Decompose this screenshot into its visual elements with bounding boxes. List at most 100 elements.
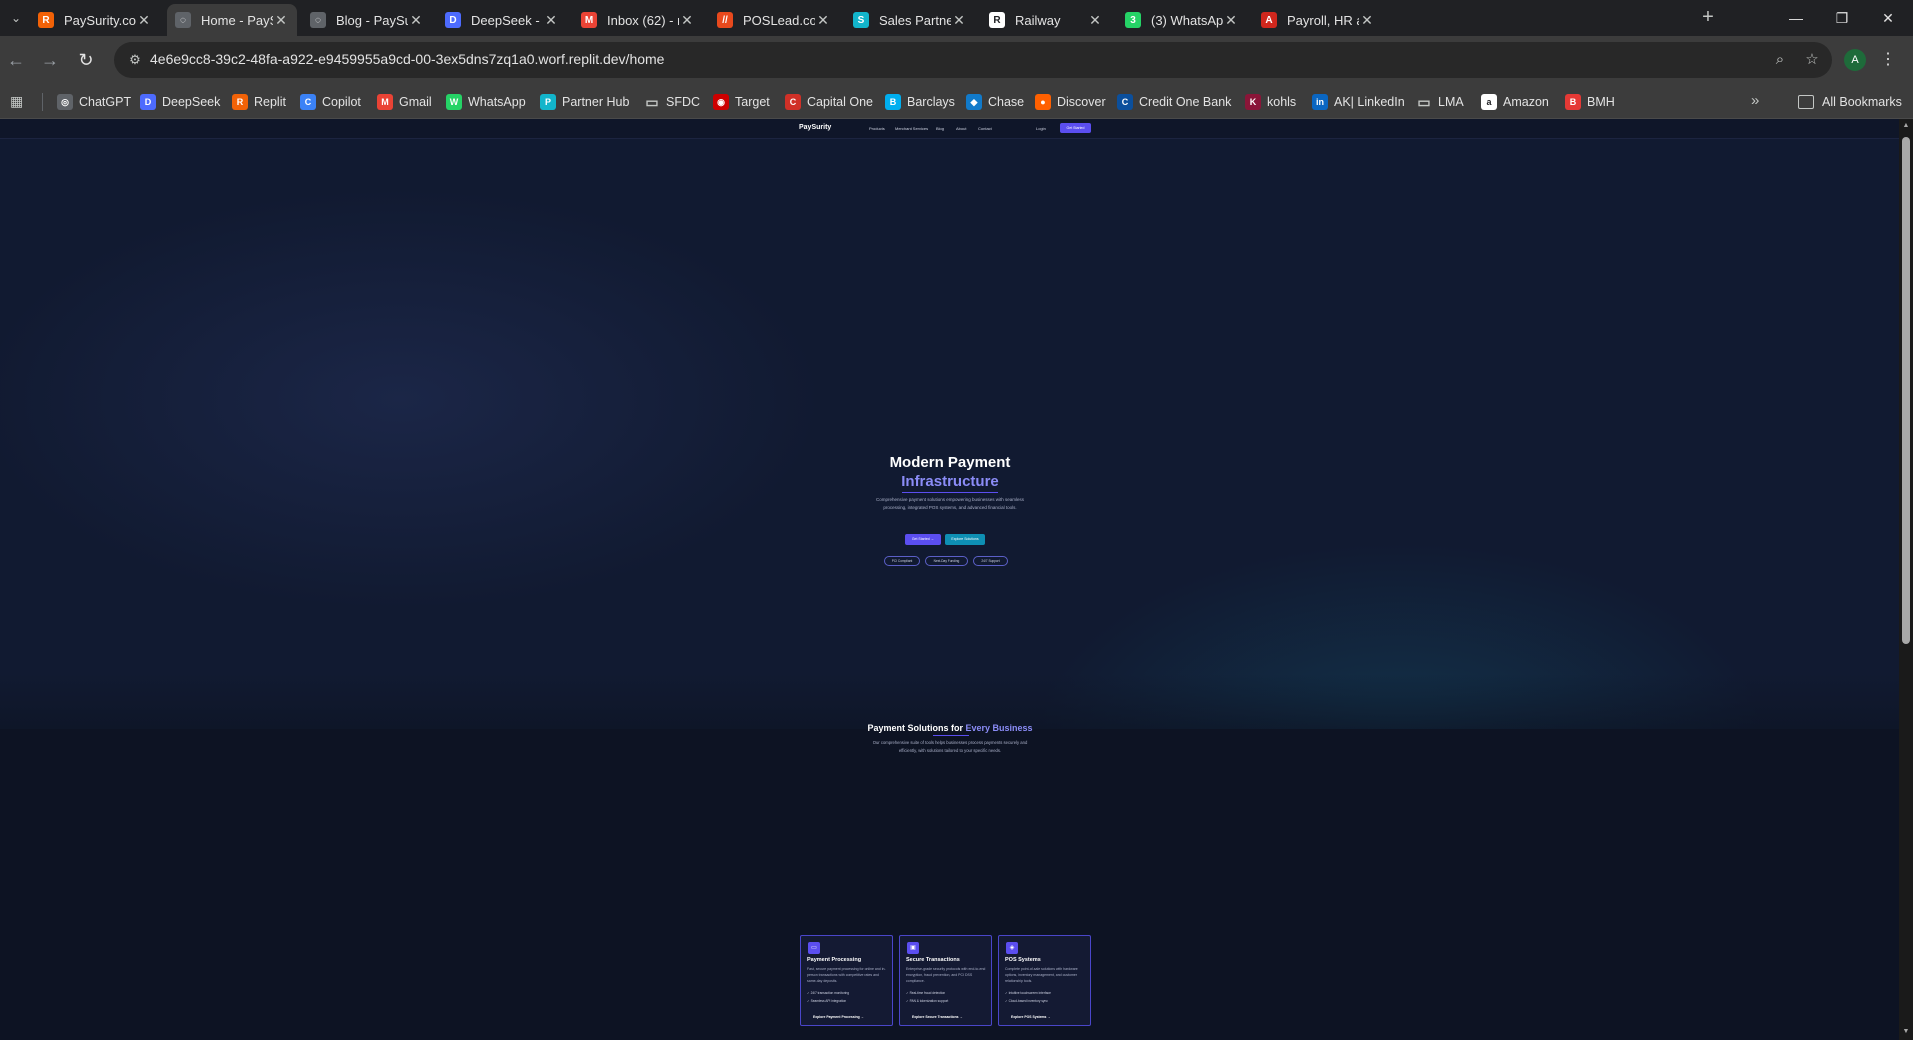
browser-tab[interactable]: 3 (3) WhatsApp ✕ bbox=[1117, 4, 1247, 36]
site-logo[interactable]: PaySurity bbox=[799, 124, 831, 131]
tab-search-icon[interactable]: ⌄ bbox=[4, 6, 28, 30]
address-bar[interactable]: ⚙ 4e6e9cc8-39c2-48fa-a922-e9459955a9cd-0… bbox=[114, 42, 1832, 78]
browser-tab[interactable]: S Sales Partner Insic✕ bbox=[845, 4, 975, 36]
scroll-down-arrow-icon[interactable]: ▼ bbox=[1902, 1028, 1910, 1036]
bookmark-item[interactable]: C Copilot bbox=[300, 92, 361, 112]
card-link[interactable]: Explore Payment Processing → bbox=[813, 1015, 864, 1019]
nav-link-merchant-services[interactable]: Merchant Services bbox=[895, 126, 928, 131]
bookmark-item[interactable]: Kkohls bbox=[1245, 92, 1296, 112]
bookmark-label: WhatsApp bbox=[468, 95, 526, 109]
hero-get-started-button[interactable]: Get Started → bbox=[905, 534, 941, 545]
back-button[interactable]: ← bbox=[4, 48, 28, 72]
zoom-icon[interactable]: ⌕ bbox=[1770, 50, 1790, 70]
browser-toolbar: ← → ↻ ⚙ 4e6e9cc8-39c2-48fa-a922-e9459955… bbox=[0, 36, 1913, 84]
tab-close-icon[interactable]: ✕ bbox=[1359, 12, 1375, 29]
gmail-icon: M bbox=[377, 94, 393, 110]
bookmark-item[interactable]: M Gmail bbox=[377, 92, 432, 112]
browser-menu-icon[interactable]: ⋮ bbox=[1878, 48, 1898, 72]
tab-close-icon[interactable]: ✕ bbox=[815, 12, 831, 29]
login-link[interactable]: Login bbox=[1036, 126, 1046, 131]
bookmark-item[interactable]: W WhatsApp bbox=[446, 92, 526, 112]
browser-tab[interactable]: // POSLead.com | Su✕ bbox=[709, 4, 839, 36]
bookmark-star-icon[interactable]: ☆ bbox=[1802, 50, 1822, 70]
bookmark-label: Capital One bbox=[807, 95, 874, 109]
card-link[interactable]: Explore POS Systems → bbox=[1011, 1015, 1051, 1019]
browser-tab[interactable]: R PaySurity.com - R✕ bbox=[30, 4, 160, 36]
bookmark-label: Replit bbox=[254, 95, 286, 109]
bookmark-item[interactable]: R Replit bbox=[232, 92, 286, 112]
card-link[interactable]: Explore Secure Transactions → bbox=[912, 1015, 963, 1019]
tab-favicon-icon: ◌ bbox=[175, 12, 191, 28]
reload-button[interactable]: ↻ bbox=[74, 48, 98, 72]
close-window-button[interactable]: ✕ bbox=[1865, 4, 1911, 32]
solution-card-payment-processing[interactable]: ▭ Payment Processing Fast, secure paymen… bbox=[800, 935, 893, 1026]
tab-close-icon[interactable]: ✕ bbox=[136, 12, 152, 29]
deepseek-icon: D bbox=[140, 94, 156, 110]
all-bookmarks-button[interactable]: All Bookmarks bbox=[1798, 92, 1902, 112]
card-feature: ✓ Real-time fraud detection bbox=[906, 991, 946, 995]
more-bookmarks-icon[interactable]: » bbox=[1751, 92, 1759, 109]
tab-close-icon[interactable]: ✕ bbox=[951, 12, 967, 29]
nav-link-blog[interactable]: Blog bbox=[936, 126, 944, 131]
tab-close-icon[interactable]: ✕ bbox=[1223, 12, 1239, 29]
bookmark-item[interactable]: ◎ ChatGPT bbox=[57, 92, 131, 112]
tab-close-icon[interactable]: ✕ bbox=[1087, 12, 1103, 29]
apps-grid-icon[interactable]: ▦ bbox=[10, 93, 26, 109]
tab-close-icon[interactable]: ✕ bbox=[679, 12, 695, 29]
bookmark-item[interactable]: D DeepSeek bbox=[140, 92, 220, 112]
tab-title: Blog - PaySurity bbox=[336, 12, 408, 28]
bookmark-item[interactable]: C Capital One bbox=[785, 92, 873, 112]
bookmark-item[interactable]: in AK| LinkedIn bbox=[1312, 92, 1405, 112]
restore-button[interactable]: ❐ bbox=[1819, 4, 1865, 32]
scroll-up-arrow-icon[interactable]: ▲ bbox=[1902, 122, 1910, 130]
browser-tab[interactable]: ◌ Blog - PaySurity✕ bbox=[302, 4, 432, 36]
badge-next-day-funding: Next-Day Funding bbox=[925, 556, 968, 566]
bookmarks-bar: ▦ ◎ ChatGPT D DeepSeek R Replit C Copilot M Gmail… bbox=[0, 84, 1913, 119]
browser-tab[interactable]: R Railway ✕ bbox=[981, 4, 1111, 36]
url-text[interactable]: 4e6e9cc8-39c2-48fa-a922-e9459955a9cd-00-… bbox=[150, 51, 664, 67]
scrollbar-thumb[interactable] bbox=[1902, 137, 1910, 644]
tab-favicon-icon: D bbox=[445, 12, 461, 28]
card-feature: ✓ Cloud-based inventory sync bbox=[1005, 999, 1048, 1003]
page-scrollbar[interactable]: ▲ ▼ bbox=[1899, 119, 1913, 1040]
tab-favicon-icon: A bbox=[1261, 12, 1277, 28]
bookmark-item[interactable]: C Credit One Bank bbox=[1117, 92, 1231, 112]
bookmark-item[interactable]: B BMH bbox=[1565, 92, 1615, 112]
new-tab-button[interactable]: + bbox=[1696, 6, 1720, 30]
browser-tab[interactable]: ◌ Home - PaySurity✕ bbox=[167, 4, 297, 36]
profile-avatar[interactable]: A bbox=[1844, 49, 1866, 71]
nav-link-contact[interactable]: Contact bbox=[978, 126, 992, 131]
nav-link-products[interactable]: Products bbox=[869, 126, 885, 131]
site-navbar: PaySurity Products Merchant Services Blo… bbox=[0, 119, 1899, 139]
minimize-button[interactable]: — bbox=[1773, 4, 1819, 32]
bookmark-item[interactable]: B Barclays bbox=[885, 92, 955, 112]
tab-close-icon[interactable]: ✕ bbox=[543, 12, 559, 29]
bookmark-item[interactable]: a Amazon bbox=[1481, 92, 1549, 112]
solution-card-pos-systems[interactable]: ◈ POS Systems Complete point-of-sale sol… bbox=[998, 935, 1091, 1026]
browser-tab[interactable]: M Inbox (62) - rwbch✕ bbox=[573, 4, 703, 36]
bookmark-item[interactable]: ◉ Target bbox=[713, 92, 770, 112]
hero-subtitle: Comprehensive payment solutions empoweri… bbox=[875, 497, 1025, 510]
solution-card-secure-transactions[interactable]: ▣ Secure Transactions Enterprise-grade s… bbox=[899, 935, 992, 1026]
tab-close-icon[interactable]: ✕ bbox=[273, 12, 289, 29]
tab-close-icon[interactable]: ✕ bbox=[408, 12, 424, 29]
tab-favicon-icon: R bbox=[38, 12, 54, 28]
browser-tab[interactable]: D DeepSeek - Into t✕ bbox=[437, 4, 567, 36]
bookmarks-divider bbox=[42, 93, 43, 111]
get-started-nav-button[interactable]: Get Started bbox=[1060, 123, 1091, 133]
chase-icon: ◆ bbox=[966, 94, 982, 110]
bookmark-label: Gmail bbox=[399, 95, 432, 109]
all-bookmarks-label: All Bookmarks bbox=[1822, 95, 1902, 109]
hero-explore-solutions-button[interactable]: Explore Solutions bbox=[945, 534, 985, 545]
forward-button[interactable]: → bbox=[38, 48, 62, 72]
browser-tab[interactable]: A Payroll, HR and Ta✕ bbox=[1253, 4, 1383, 36]
bookmark-item[interactable]: ▭ SFDC bbox=[644, 92, 700, 112]
bookmark-item[interactable]: ● Discover bbox=[1035, 92, 1106, 112]
bookmark-label: AK| LinkedIn bbox=[1334, 95, 1405, 109]
bookmark-item[interactable]: ◆ Chase bbox=[966, 92, 1024, 112]
site-info-icon[interactable]: ⚙ bbox=[126, 51, 144, 69]
bookmark-item[interactable]: P Partner Hub bbox=[540, 92, 629, 112]
bookmark-item[interactable]: ▭ LMA bbox=[1416, 92, 1463, 112]
nav-link-about[interactable]: About bbox=[956, 126, 966, 131]
tab-title: Home - PaySurity bbox=[201, 12, 273, 28]
